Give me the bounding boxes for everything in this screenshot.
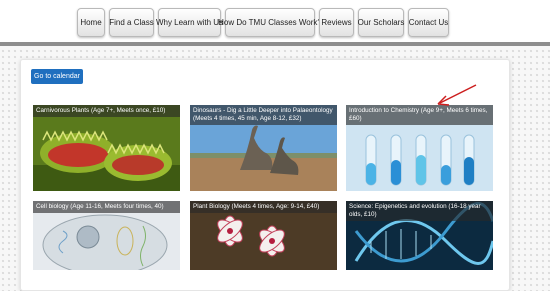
card-caption: Cell biology (Age 11-16, Meets four time… [33,201,180,213]
class-card-plant-biology[interactable]: Plant Biology (Meets 4 times, Age: 9-14,… [190,201,337,270]
class-card-epigenetics[interactable]: Science: Epigenetics and evolution (16-1… [346,201,493,270]
card-caption: Plant Biology (Meets 4 times, Age: 9-14,… [190,201,337,213]
nav-how-classes-work[interactable]: How Do TMU Classes Work? [218,8,322,37]
nav-our-scholars[interactable]: Our Scholars [358,8,404,37]
go-to-calendar-button[interactable]: Go to calendar [31,69,83,84]
nav-home[interactable]: Home [77,8,105,37]
annotation-arrow-icon [437,84,477,106]
card-caption: Dinosaurs - Dig a Little Deeper into Pal… [190,105,337,125]
class-card-dinosaurs[interactable]: Dinosaurs - Dig a Little Deeper into Pal… [190,105,337,191]
card-caption: Science: Epigenetics and evolution (16-1… [346,201,493,221]
nav-reviews[interactable]: Reviews [319,8,354,37]
class-card-cell-biology[interactable]: Cell biology (Age 11-16, Meets four time… [33,201,180,270]
nav-why-learn[interactable]: Why Learn with Us [156,8,223,37]
header-divider [0,42,550,46]
venus-flytrap-image [33,105,180,191]
nav-contact-us[interactable]: Contact Us [408,8,449,37]
card-caption: Carnivorous Plants (Age 7+, Meets once, … [33,105,180,117]
nav-find-a-class[interactable]: Find a Class [109,8,154,37]
class-card-chemistry[interactable]: Introduction to Chemistry (Age 9+, Meets… [346,105,493,191]
class-card-carnivorous-plants[interactable]: Carnivorous Plants (Age 7+, Meets once, … [33,105,180,191]
